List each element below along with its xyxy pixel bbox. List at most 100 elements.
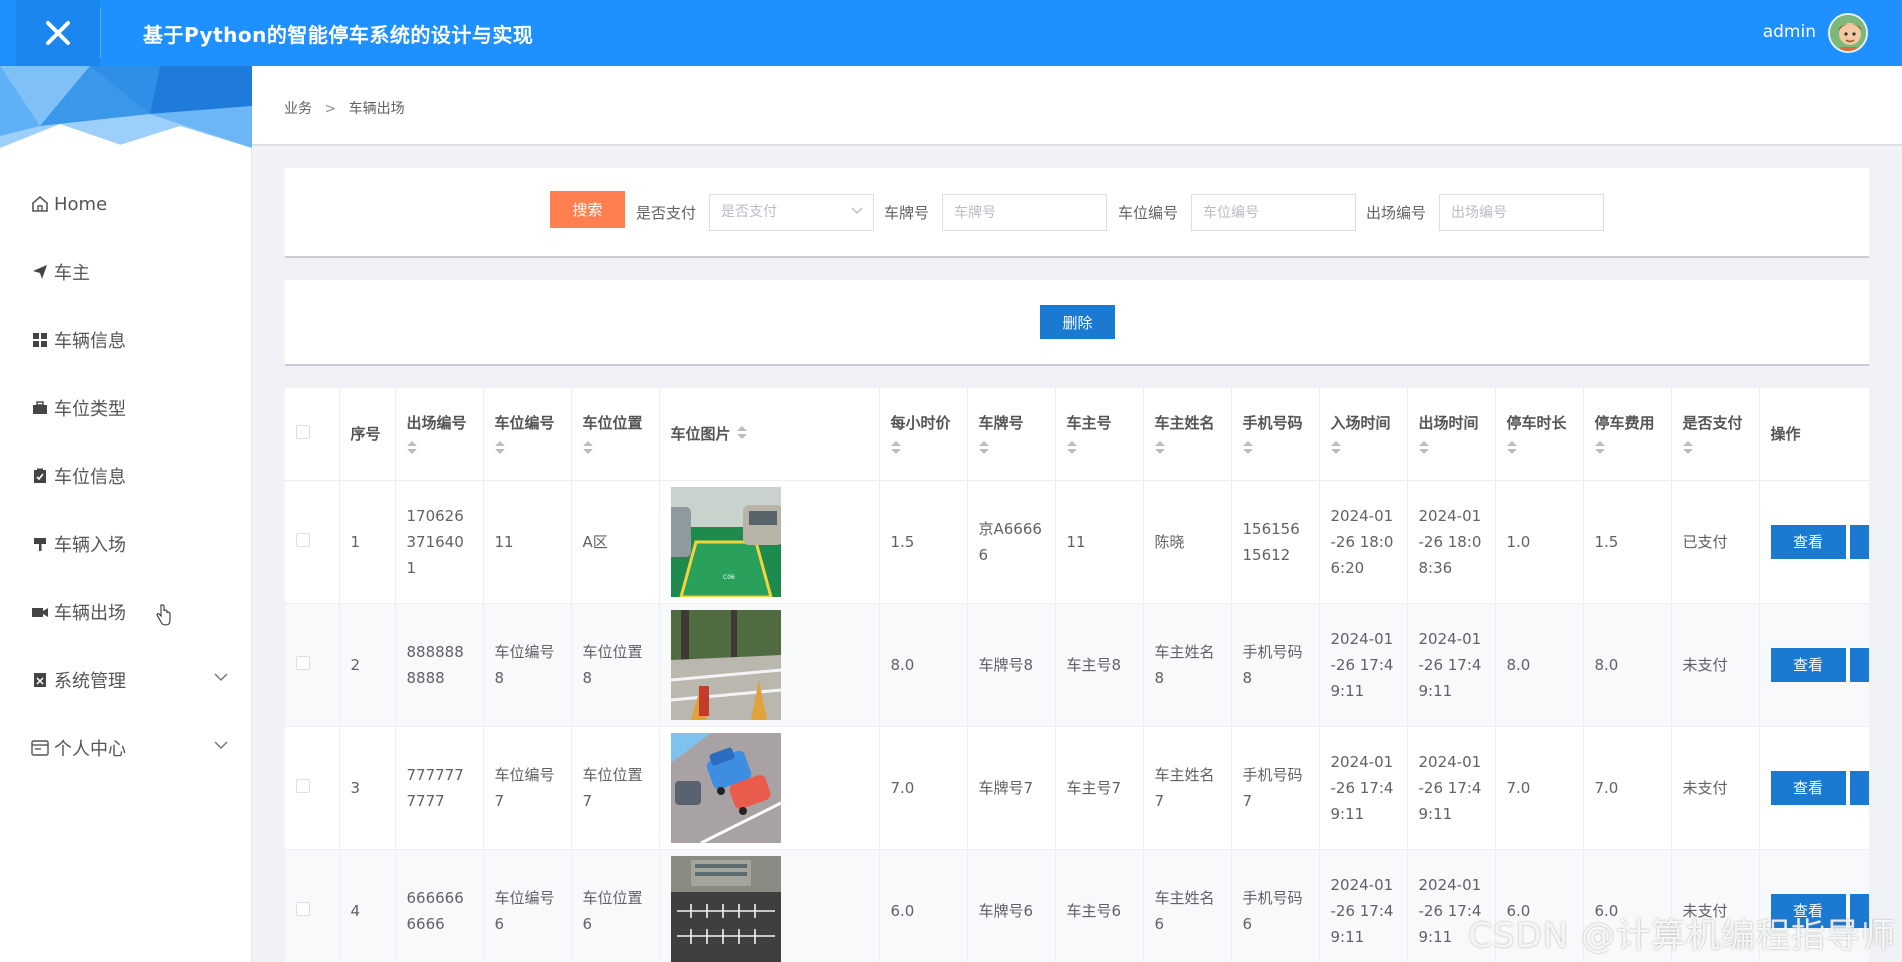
cell-hourly-price: 1.5 [879,480,968,604]
sort-icon[interactable] [1506,441,1517,455]
col-label: 入场时间 [1330,414,1391,433]
sort-icon[interactable] [1242,441,1253,455]
edit-button[interactable] [1849,524,1869,559]
sort-icon[interactable] [1154,441,1165,455]
avatar[interactable] [1828,13,1868,53]
sidebar-item-label: 车位类型 [54,399,126,420]
edit-button[interactable] [1849,647,1869,682]
cell-exit-time: 2024-01-26 18:08:36 [1407,480,1496,604]
watermark: CSDN @计算机编程指导师 [1468,916,1896,956]
cell-space-no: 车位编号6 [483,849,572,962]
sidebar-item-vehicle-exit[interactable]: 车辆出场 [0,578,252,646]
sidebar-item-owners[interactable]: 车主 [0,238,252,306]
sort-icon[interactable] [978,441,989,455]
cell-space-location: A区 [571,480,660,604]
col-index: 序号 [339,388,396,481]
col-entry-time[interactable]: 入场时间 [1319,388,1408,481]
cell-fee: 7.0 [1583,726,1672,850]
sidebar-item-label: 车位信息 [54,467,126,488]
sort-icon[interactable] [406,441,417,455]
cell-ops: 查看 [1759,726,1869,850]
table-row[interactable]: 2 8888888888 车位编号8 车位位置8 8.0 车牌号8 车主号8 车… [285,603,1869,727]
exit-no-search-input[interactable] [1439,194,1604,231]
col-exit-time[interactable]: 出场时间 [1407,388,1496,481]
edit-button[interactable] [1849,770,1869,805]
col-plate[interactable]: 车牌号 [967,388,1056,481]
cell-index: 1 [339,480,396,604]
view-button[interactable]: 查看 [1770,647,1846,682]
parking-space-image[interactable] [670,855,781,962]
col-hourly-price[interactable]: 每小时价 [879,388,968,481]
delete-button[interactable]: 删除 [1040,305,1115,339]
user-name[interactable]: admin [1763,22,1816,42]
col-paid[interactable]: 是否支付 [1671,388,1760,481]
sidebar-item-vehicle-info[interactable]: 车辆信息 [0,306,252,374]
parking-space-image[interactable] [670,732,781,843]
row-checkbox[interactable] [296,655,310,670]
cell-paid: 未支付 [1671,726,1760,850]
browser-window-icon [30,738,50,758]
col-ops: 操作 [1759,388,1869,481]
col-exit-no[interactable]: 出场编号 [395,388,484,481]
data-table-panel: 序号 出场编号 车位编号 车位位置 车位图片 每小时价 车牌号 车主号 车主姓名… [285,388,1869,962]
chevron-down-icon [214,673,228,682]
col-label: 每小时价 [890,414,951,433]
sort-icon[interactable] [1594,441,1605,455]
space-no-search-input[interactable] [1191,194,1356,231]
col-space-no[interactable]: 车位编号 [483,388,572,481]
sort-icon[interactable] [1418,441,1429,455]
view-button[interactable]: 查看 [1770,770,1846,805]
cell-space-location: 车位位置8 [571,603,660,727]
col-label: 停车时长 [1506,414,1567,433]
search-button[interactable]: 搜索 [550,191,625,228]
cell-plate: 车牌号7 [967,726,1056,850]
sidebar-item-vehicle-entry[interactable]: 车辆入场 [0,510,252,578]
sort-icon[interactable] [890,441,901,455]
col-space-location[interactable]: 车位位置 [571,388,660,481]
close-sidebar-button[interactable] [16,0,100,66]
space-no-filter-label: 车位编号 [1118,204,1179,222]
select-all-checkbox[interactable] [296,424,310,439]
col-phone[interactable]: 手机号码 [1231,388,1320,481]
sort-icon[interactable] [494,441,505,455]
col-label: 车位图片 [670,425,731,444]
sort-icon[interactable] [582,441,593,455]
row-checkbox[interactable] [296,532,310,547]
sidebar-item-personal-center[interactable]: 个人中心 [0,714,252,782]
table-row[interactable]: 3 7777777777 车位编号7 车位位置7 7.0 车牌号7 车主号7 车… [285,726,1869,850]
col-owner-name[interactable]: 车主姓名 [1143,388,1232,481]
parking-space-image[interactable]: C06 [670,486,781,597]
sort-icon[interactable] [736,425,747,440]
cell-paid: 未支付 [1671,603,1760,727]
col-duration[interactable]: 停车时长 [1495,388,1584,481]
col-space-image[interactable]: 车位图片 [659,388,880,481]
paid-filter-select[interactable]: 是否支付 [709,194,874,231]
sidebar-item-system-management[interactable]: 系统管理 [0,646,252,714]
row-checkbox[interactable] [296,778,310,793]
row-checkbox[interactable] [296,901,310,916]
col-fee[interactable]: 停车费用 [1583,388,1672,481]
plate-search-input[interactable] [942,194,1107,231]
cell-space-no: 车位编号7 [483,726,572,850]
sidebar-item-space-type[interactable]: 车位类型 [0,374,252,442]
cell-exit-time: 2024-01-26 17:49:11 [1407,603,1496,727]
sort-icon[interactable] [1330,441,1341,455]
cell-space-no: 11 [483,480,572,604]
parking-space-image[interactable] [670,609,781,720]
sidebar-item-home[interactable]: Home [0,170,252,238]
grid-icon [30,330,50,350]
sort-icon[interactable] [1066,441,1077,455]
header-divider [100,8,101,58]
col-owner-no[interactable]: 车主号 [1055,388,1144,481]
svg-text:C06: C06 [723,574,735,581]
top-header: 基于Python的智能停车系统的设计与实现 admin [0,0,1902,66]
sidebar-item-label: 系统管理 [54,671,126,692]
cell-space-image [659,726,880,850]
sidebar-item-space-info[interactable]: 车位信息 [0,442,252,510]
table-row[interactable]: 1 1706263716401 11 A区 C06 1.5 京A66666 11… [285,480,1869,604]
col-label: 车牌号 [978,414,1024,433]
sort-icon[interactable] [1682,441,1693,455]
breadcrumb-parent[interactable]: 业务 [284,101,312,117]
cell-ops: 查看 [1759,603,1869,727]
view-button[interactable]: 查看 [1770,524,1846,559]
